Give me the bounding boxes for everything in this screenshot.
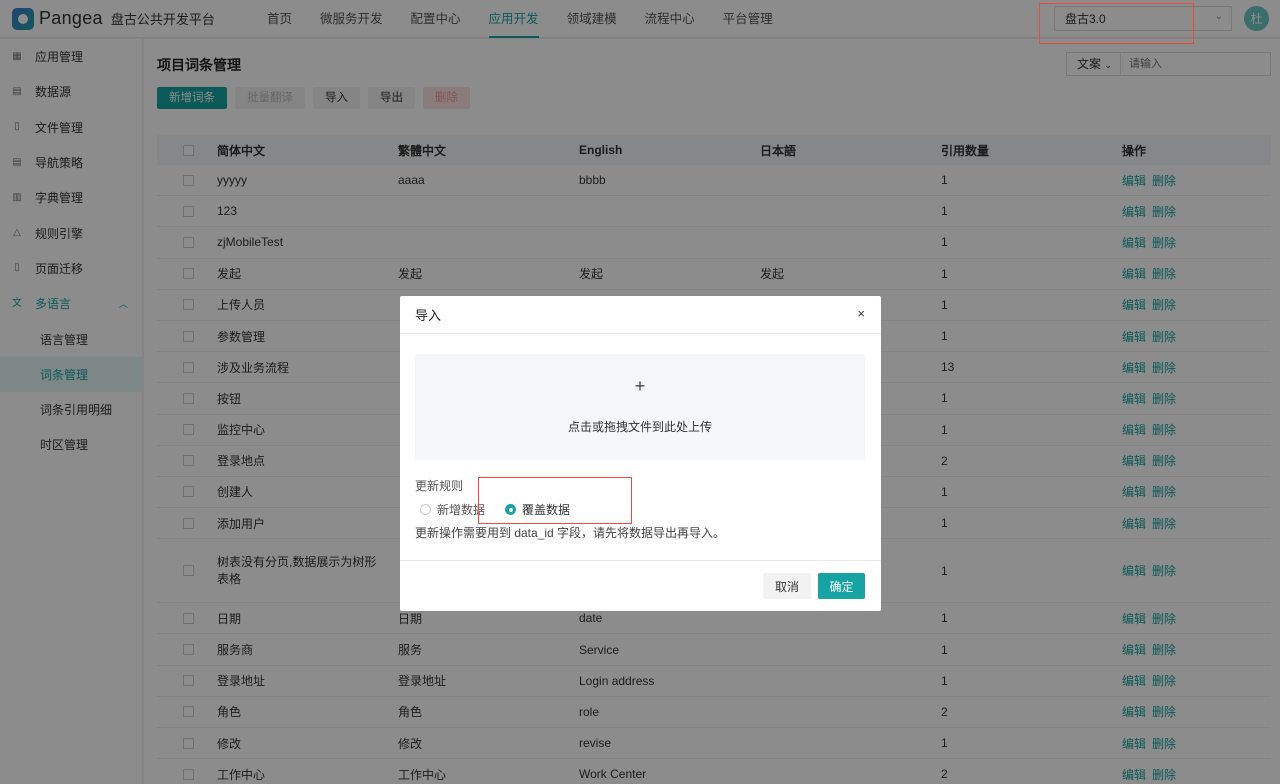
close-icon[interactable]: × [857,306,865,321]
radio-label: 覆盖数据 [522,503,571,517]
confirm-button[interactable]: 确定 [818,573,865,599]
update-rule-label: 更新规则 [415,479,464,493]
radio-label: 新增数据 [437,503,486,517]
upload-hint: 点击或拖拽文件到此处上传 [567,420,712,434]
radio-button [505,504,517,515]
import-dialog: 导入 × + 点击或拖拽文件到此处上传 更新规则 新增数据 覆盖数据 更新操作需… [400,296,881,611]
update-rule-radio-group: 新增数据 覆盖数据 [420,501,590,518]
dialog-title: 导入 [400,296,881,334]
plus-icon: + [634,376,646,396]
radio-button [420,504,431,515]
cancel-button[interactable]: 取消 [763,573,811,599]
dialog-footer: 取消 确定 [400,560,881,611]
upload-dropzone[interactable]: + 点击或拖拽文件到此处上传 [415,354,865,460]
radio-add-data[interactable]: 新增数据 [420,501,485,518]
update-rule-note: 更新操作需要用到 data_id 字段，请先将数据导出再导入。 [415,526,726,540]
radio-overwrite-data[interactable]: 覆盖数据 [505,501,570,518]
